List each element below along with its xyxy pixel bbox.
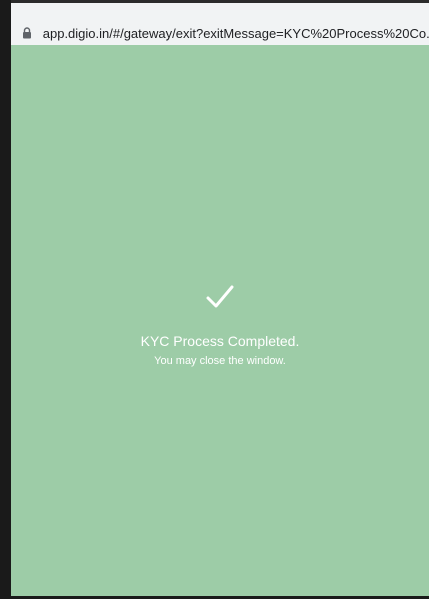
page-content: KYC Process Completed. You may close the… (11, 45, 429, 599)
completion-title: KYC Process Completed. (140, 333, 300, 349)
lock-icon[interactable] (21, 26, 33, 40)
browser-toolbar-strip (11, 3, 429, 13)
url-text[interactable]: app.digio.in/#/gateway/exit?exitMessage=… (43, 26, 429, 41)
window-left-border (0, 0, 11, 599)
completion-subtitle: You may close the window. (154, 355, 286, 367)
completion-message: KYC Process Completed. You may close the… (11, 283, 429, 367)
checkmark-icon (11, 283, 429, 311)
browser-window: app.digio.in/#/gateway/exit?exitMessage=… (0, 0, 429, 599)
